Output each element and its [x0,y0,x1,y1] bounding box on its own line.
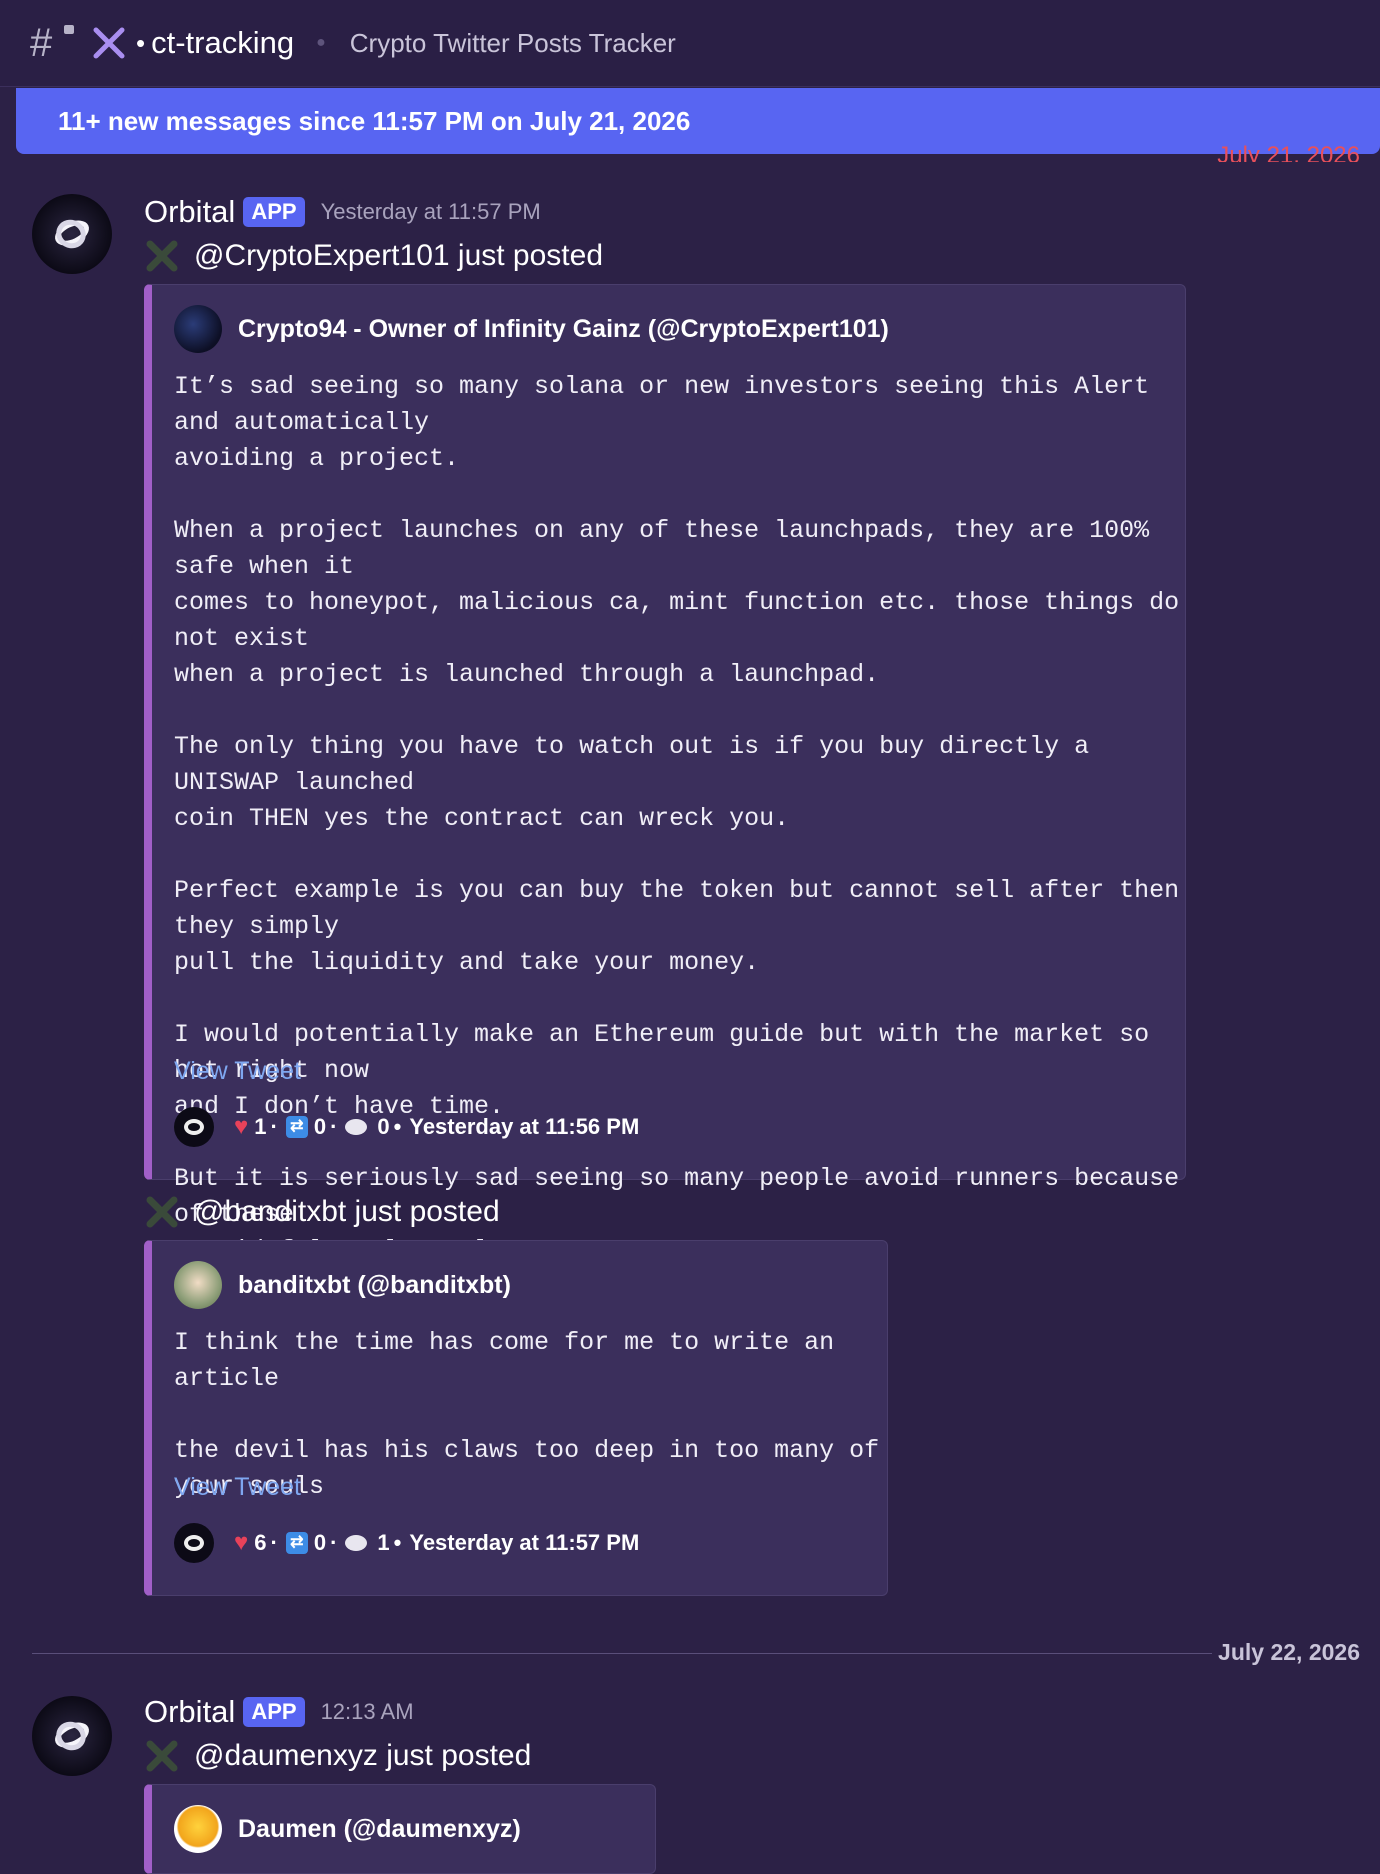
x-emoji-icon [146,240,178,272]
retweet-icon: ⇄ [285,1116,308,1138]
channel-dot: • [136,27,146,58]
channel-name[interactable]: ct-tracking [151,25,294,61]
header-separator: ● [316,34,326,51]
posted-line: @CryptoExpert101 just posted [144,238,603,274]
posted-text: @banditxbt just posted [194,1195,500,1228]
separator-bullet: • [393,1530,402,1555]
footer-avatar [174,1107,214,1147]
tweet-time: Yesterday at 11:57 PM [409,1530,640,1555]
channel-topic[interactable]: Crypto Twitter Posts Tracker [350,28,676,59]
tweet-footer: ♥ 6 · ⇄ 0 · 1 • Yesterday at 11:57 PM [174,1523,639,1563]
replies-count: 1 [377,1530,390,1555]
tweet-embed: banditxbt (@banditxbt) I think the time … [144,1240,888,1596]
separator-dot: · [270,1114,278,1139]
posted-line: @banditxbt just posted [144,1194,500,1230]
author-avatar [174,1261,222,1309]
separator-dot: · [270,1530,278,1555]
likes-count: 1 [254,1114,267,1139]
view-tweet-link[interactable]: View Tweet [174,1057,301,1086]
date-divider-label: July 22, 2026 [1218,1639,1360,1665]
ghost-date-label: July 21, 2026 [1217,142,1360,162]
app-badge: APP [243,197,305,227]
separator-dot: · [330,1114,338,1139]
author-name[interactable]: Crypto94 - Owner of Infinity Gainz (@Cry… [238,315,889,344]
private-channel-icon: # [30,21,74,66]
retweets-count: 0 [313,1530,327,1555]
view-tweet-link[interactable]: View Tweet [174,1473,301,1502]
message-timestamp[interactable]: Yesterday at 11:57 PM [321,199,541,225]
author-name[interactable]: Daumen (@daumenxyz) [238,1815,521,1844]
author-avatar [174,1805,222,1853]
username[interactable]: Orbital [144,194,235,230]
x-logo-icon [93,27,125,59]
channel-header: # • ct-tracking ● Crypto Twitter Posts T… [0,0,1380,87]
x-emoji-icon [146,1740,178,1772]
author-avatar [174,305,222,353]
reply-bubble-icon [345,1119,368,1135]
heart-icon: ♥ [234,1113,249,1140]
reply-bubble-icon [345,1535,368,1551]
date-divider-line [32,1653,1212,1654]
posted-text: @CryptoExpert101 just posted [194,239,603,272]
avatar[interactable] [32,194,112,274]
app-badge: APP [243,1697,305,1727]
author-name[interactable]: banditxbt (@banditxbt) [238,1271,511,1300]
posted-text: @daumenxyz just posted [194,1739,532,1772]
posted-line: @daumenxyz just posted [144,1738,531,1774]
retweets-count: 0 [313,1114,327,1139]
avatar[interactable] [32,1696,112,1776]
replies-count: 0 [377,1114,390,1139]
username[interactable]: Orbital [144,1694,235,1730]
footer-avatar [174,1523,214,1563]
likes-count: 6 [254,1530,267,1555]
heart-icon: ♥ [234,1529,249,1556]
separator-bullet: • [393,1114,402,1139]
tweet-embed: Daumen (@daumenxyz) [144,1784,656,1874]
tweet-embed: Crypto94 - Owner of Infinity Gainz (@Cry… [144,284,1186,1265]
message-timestamp[interactable]: 12:13 AM [321,1699,414,1725]
retweet-icon: ⇄ [285,1532,308,1554]
x-emoji-icon [146,1196,178,1228]
tweet-footer: ♥ 1 · ⇄ 0 · 0 • Yesterday at 11:56 PM [174,1107,639,1147]
separator-dot: · [330,1530,338,1555]
tweet-time: Yesterday at 11:56 PM [409,1114,640,1139]
new-messages-banner[interactable]: 11+ new messages since 11:57 PM on July … [16,88,1380,154]
